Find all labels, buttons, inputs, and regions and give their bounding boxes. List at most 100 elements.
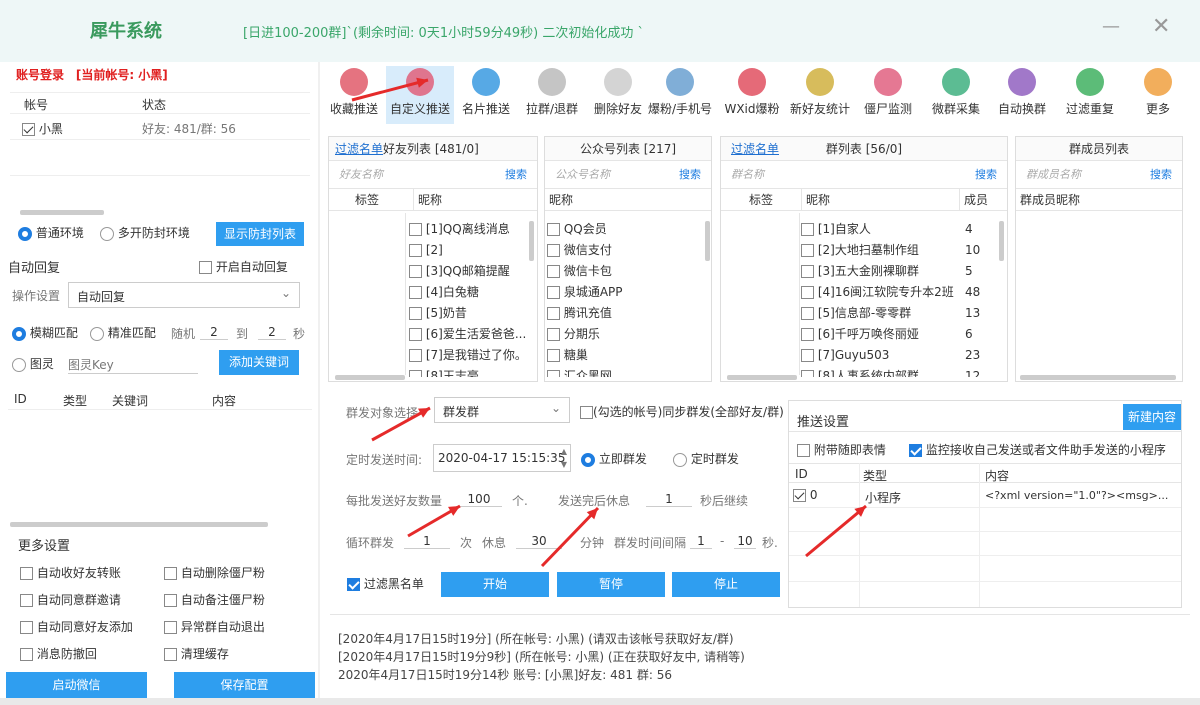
friend-filter-link[interactable]: 过滤名单: [335, 142, 383, 156]
group-row[interactable]: [3]五大金刚裸聊群 5: [801, 261, 997, 282]
toolbar-heart-button[interactable]: WXid爆粉: [718, 66, 786, 124]
group-filter-link[interactable]: 过滤名单: [731, 137, 779, 161]
official-checkbox[interactable]: [547, 244, 560, 257]
group-checkbox[interactable]: [801, 328, 814, 341]
opt-auto-delete-zombie[interactable]: 自动删除僵尸粉: [164, 564, 265, 581]
friend-row[interactable]: [4]白兔糖: [409, 282, 529, 303]
new-content-button[interactable]: 新建内容: [1123, 404, 1181, 430]
friend-row[interactable]: [3]QQ邮箱提醒: [409, 261, 529, 282]
opt-accept-group-invite[interactable]: 自动同意群邀请: [20, 591, 121, 608]
group-vscroll[interactable]: [999, 221, 1004, 261]
interval-from-input[interactable]: 1: [690, 534, 712, 549]
toolbar-collect-button[interactable]: 微群采集: [922, 66, 990, 124]
group-checkbox[interactable]: [801, 349, 814, 362]
opt-accept-friend[interactable]: 自动同意好友添加: [20, 618, 133, 635]
friend-checkbox[interactable]: [409, 244, 422, 257]
group-row[interactable]: [6]千呼万唤佟丽娅 6: [801, 324, 997, 345]
member-search-input[interactable]: 群成员名称: [1026, 168, 1081, 181]
monitor-miniprogram-checkbox[interactable]: 监控接收自己发送或者文件助手发送的小程序: [909, 441, 1166, 458]
official-row[interactable]: 微信支付: [547, 240, 703, 261]
exact-match-radio[interactable]: 精准匹配: [90, 324, 156, 341]
random-from-input[interactable]: 2: [200, 325, 228, 340]
interval-to-input[interactable]: 10: [734, 534, 756, 549]
group-checkbox[interactable]: [801, 370, 814, 377]
official-checkbox[interactable]: [547, 286, 560, 299]
opt-anti-recall[interactable]: 消息防撤回: [20, 645, 97, 662]
friend-row[interactable]: [2]: [409, 240, 529, 261]
official-row[interactable]: 糖巢: [547, 345, 703, 366]
official-search-button[interactable]: 搜索: [679, 161, 701, 189]
stop-button[interactable]: 停止: [672, 572, 780, 597]
friend-row[interactable]: [5]奶昔: [409, 303, 529, 324]
toolbar-send-button[interactable]: 自定义推送: [386, 66, 454, 124]
fuzzy-match-radio[interactable]: 模糊匹配: [12, 324, 78, 341]
account-scrollbar[interactable]: [20, 210, 104, 215]
attach-emoji-checkbox[interactable]: 附带随即表情: [797, 441, 886, 458]
toolbar-delete-friend-button[interactable]: 删除好友: [584, 66, 652, 124]
toolbar-group-button[interactable]: 拉群/退群: [518, 66, 586, 124]
friend-checkbox[interactable]: [409, 328, 422, 341]
env-multi-radio[interactable]: 多开防封环境: [100, 224, 190, 241]
start-wechat-button[interactable]: 启动微信: [6, 672, 147, 698]
official-checkbox[interactable]: [547, 307, 560, 320]
friend-checkbox[interactable]: [409, 307, 422, 320]
opt-clear-cache[interactable]: 清理缓存: [164, 645, 229, 662]
group-row[interactable]: [1]自家人 4: [801, 219, 997, 240]
official-checkbox[interactable]: [547, 328, 560, 341]
official-row[interactable]: 腾讯充值: [547, 303, 703, 324]
rest-input[interactable]: 1: [646, 492, 692, 507]
op-setting-select[interactable]: 自动回复 ⌄: [68, 282, 300, 308]
official-row[interactable]: 微信卡包: [547, 261, 703, 282]
toolbar-filter-button[interactable]: 过滤重复: [1056, 66, 1124, 124]
group-row[interactable]: [4]16闽江软院专升本2班 48: [801, 282, 997, 303]
toolbar-zombie-button[interactable]: 僵尸监测: [854, 66, 922, 124]
sync-send-checkbox[interactable]: (勾选的帐号)同步群发(全部好友/群): [580, 403, 784, 420]
group-checkbox[interactable]: [801, 286, 814, 299]
official-row[interactable]: 分期乐: [547, 324, 703, 345]
enable-auto-reply-checkbox[interactable]: 开启自动回复: [199, 258, 288, 275]
group-checkbox[interactable]: [801, 307, 814, 320]
official-checkbox[interactable]: [547, 223, 560, 236]
official-row[interactable]: 汇众黑网: [547, 366, 703, 377]
group-checkbox[interactable]: [801, 223, 814, 236]
friend-search-button[interactable]: 搜索: [505, 161, 527, 189]
tuling-key-input[interactable]: 图灵Key: [68, 356, 198, 374]
official-checkbox[interactable]: [547, 349, 560, 362]
toolbar-more-button[interactable]: 更多: [1124, 66, 1192, 124]
group-row[interactable]: [2]大地扫墓制作组 10: [801, 240, 997, 261]
friend-checkbox[interactable]: [409, 223, 422, 236]
friend-row[interactable]: [7]是我错过了你。: [409, 345, 529, 366]
loop-rest-input[interactable]: 30: [516, 534, 562, 549]
tuling-radio[interactable]: 图灵: [12, 355, 54, 372]
send-target-select[interactable]: 群发群 ⌄: [434, 397, 570, 423]
member-search-bar[interactable]: 群成员名称 搜索: [1016, 161, 1182, 189]
friend-row[interactable]: [1]QQ离线消息: [409, 219, 529, 240]
add-keyword-button[interactable]: 添加关键词: [219, 350, 299, 375]
group-hscroll[interactable]: [727, 375, 797, 380]
send-timed-radio[interactable]: 定时群发: [673, 450, 739, 467]
account-row[interactable]: 小黑: [22, 120, 63, 137]
friend-checkbox[interactable]: [409, 286, 422, 299]
opt-exit-abnormal-group[interactable]: 异常群自动退出: [164, 618, 265, 635]
push-table-row[interactable]: 0 小程序 <?xml version="1.0"?><msg>...: [789, 485, 1181, 507]
friend-checkbox[interactable]: [409, 349, 422, 362]
group-row[interactable]: [7]Guyu503 23: [801, 345, 997, 366]
official-row[interactable]: QQ会员: [547, 219, 703, 240]
send-now-radio[interactable]: 立即群发: [581, 450, 647, 467]
official-row[interactable]: 泉城通APP: [547, 282, 703, 303]
toolbar-switch-group-button[interactable]: 自动换群: [988, 66, 1056, 124]
group-checkbox[interactable]: [801, 244, 814, 257]
group-row[interactable]: [5]信息部-零零群 13: [801, 303, 997, 324]
minimize-icon[interactable]: —: [1102, 16, 1120, 37]
save-config-button[interactable]: 保存配置: [174, 672, 315, 698]
friend-checkbox[interactable]: [409, 265, 422, 278]
loop-input[interactable]: 1: [404, 534, 450, 549]
push-row-checkbox[interactable]: [793, 489, 806, 502]
friend-hscroll[interactable]: [335, 375, 405, 380]
member-search-button[interactable]: 搜索: [1150, 161, 1172, 189]
official-search-input[interactable]: 公众号名称: [555, 168, 610, 181]
close-icon[interactable]: ✕: [1152, 14, 1170, 39]
toolbar-stats-button[interactable]: 新好友统计: [786, 66, 854, 124]
batch-input[interactable]: 100: [456, 492, 502, 507]
official-checkbox[interactable]: [547, 370, 560, 377]
